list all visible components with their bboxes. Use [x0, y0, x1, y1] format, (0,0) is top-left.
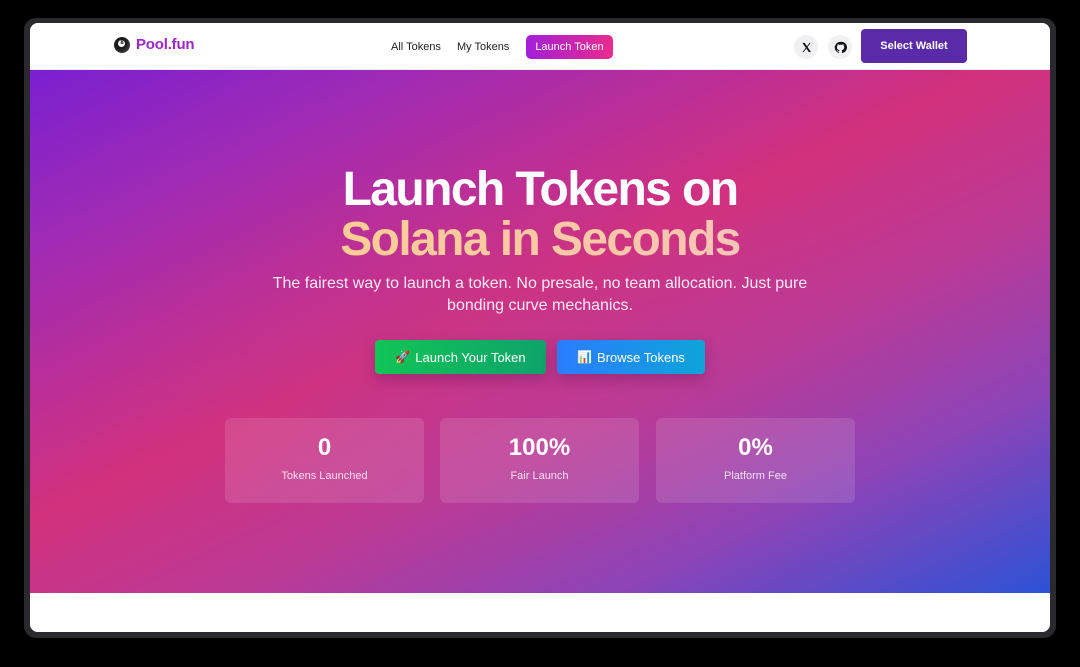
browse-tokens-button[interactable]: 📊 Browse Tokens — [557, 340, 705, 374]
page-viewport: 8 Pool.fun All Tokens My Tokens Launch T… — [30, 23, 1050, 632]
stat-card-tokens-launched: 0 Tokens Launched — [225, 418, 424, 503]
launch-your-token-label: Launch Your Token — [415, 349, 526, 365]
bar-chart-icon: 📊 — [577, 350, 593, 364]
hero-section: Launch Tokens on Solana in Seconds The f… — [30, 70, 1050, 593]
browse-tokens-label: Browse Tokens — [597, 349, 685, 365]
page-below-hero — [30, 593, 1050, 632]
stat-value: 0 — [317, 434, 332, 461]
nav-link-my-tokens[interactable]: My Tokens — [449, 36, 517, 58]
hero-subtitle: The fairest way to launch a token. No pr… — [272, 275, 808, 314]
stat-value: 0% — [738, 434, 773, 461]
nav-link-all-tokens[interactable]: All Tokens — [383, 36, 449, 58]
browser-window: 8 Pool.fun All Tokens My Tokens Launch T… — [24, 18, 1056, 638]
rocket-icon: 🚀 — [395, 350, 411, 364]
brand[interactable]: 8 Pool.fun — [114, 36, 195, 53]
stat-label: Fair Launch — [510, 470, 569, 482]
x-twitter-icon[interactable] — [794, 35, 818, 59]
select-wallet-button[interactable]: Select Wallet — [861, 29, 967, 63]
hero-title-line-2: Solana in Seconds — [30, 215, 1050, 265]
github-icon[interactable] — [828, 35, 852, 59]
stat-card-fair-launch: 100% Fair Launch — [440, 418, 639, 503]
stat-value: 100% — [508, 434, 571, 461]
brand-name: Pool.fun — [136, 36, 195, 53]
launch-your-token-button[interactable]: 🚀 Launch Your Token — [375, 340, 546, 374]
nav-link-launch-token[interactable]: Launch Token — [526, 35, 613, 59]
hero-title-line-1: Launch Tokens on — [342, 163, 739, 216]
stat-label: Platform Fee — [724, 470, 787, 482]
stat-card-platform-fee: 0% Platform Fee — [656, 418, 855, 503]
navbar: 8 Pool.fun All Tokens My Tokens Launch T… — [30, 23, 1050, 70]
8-ball-icon: 8 — [114, 36, 130, 53]
stat-label: Tokens Launched — [281, 470, 368, 482]
nav-links: All Tokens My Tokens Launch Token — [383, 35, 613, 59]
